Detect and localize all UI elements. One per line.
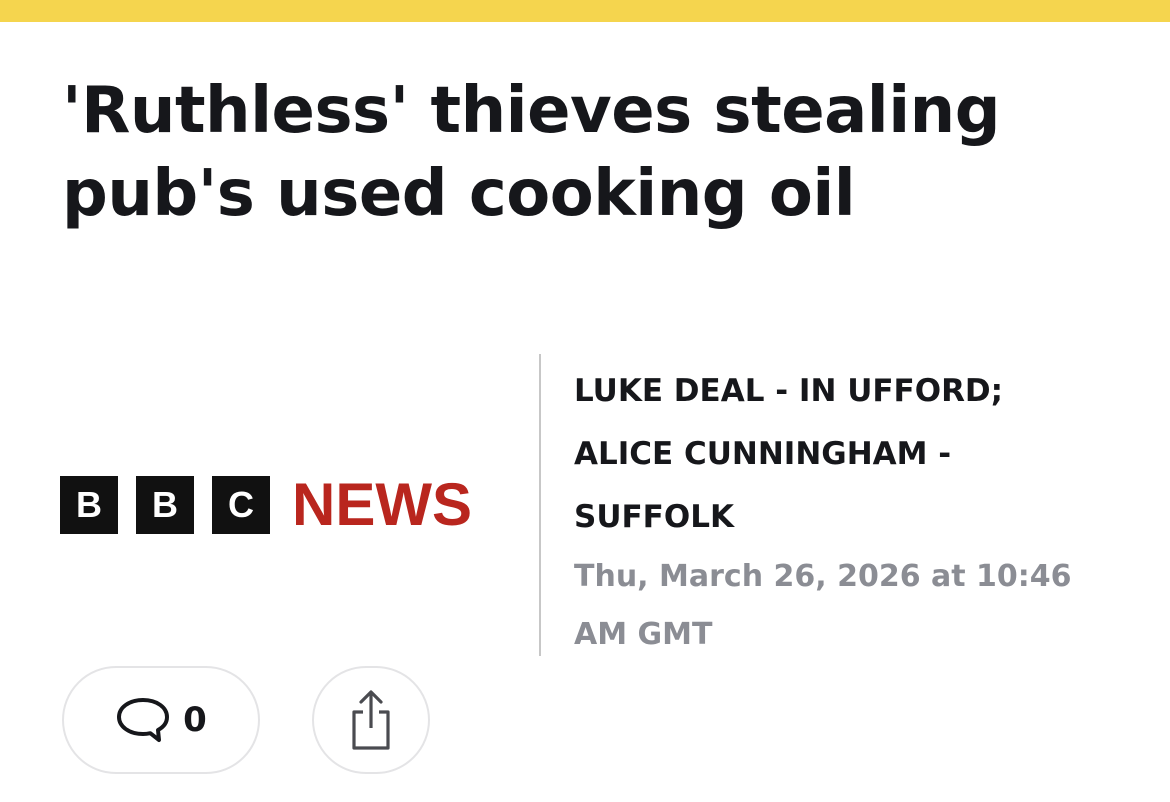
comment-bubble-icon [115, 695, 171, 745]
top-accent-bar [0, 0, 1170, 22]
byline-line-2: ALICE CUNNINGHAM - [574, 436, 952, 472]
publish-timestamp: Thu, March 26, 2026 at 10:46 AM GMT [574, 559, 1072, 652]
byline-divider [539, 354, 541, 656]
share-button[interactable] [312, 666, 430, 774]
bbc-news-logo: B B C NEWS [60, 471, 472, 538]
byline-line-3: SUFFOLK [574, 499, 734, 535]
share-icon [346, 688, 396, 752]
comments-count: 0 [183, 700, 207, 740]
logo-news-word: NEWS [292, 471, 472, 538]
article-headline: 'Ruthless' thieves stealing pub's used c… [62, 74, 1001, 231]
logo-letter-c: C [212, 476, 270, 534]
author-byline: LUKE DEAL - IN UFFORD; ALICE CUNNINGHAM … [574, 360, 1114, 549]
logo-letter-b2: B [136, 476, 194, 534]
byline-line-1: LUKE DEAL - IN UFFORD; [574, 373, 1004, 409]
comments-button[interactable]: 0 [62, 666, 260, 774]
logo-letter-b1: B [60, 476, 118, 534]
